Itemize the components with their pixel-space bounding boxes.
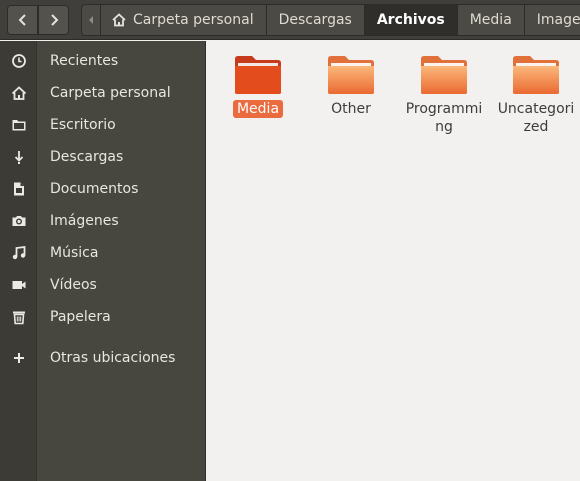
breadcrumb-carpeta-personal[interactable]: Carpeta personal xyxy=(101,4,267,36)
trash-icon xyxy=(0,309,37,325)
folder-name: Media xyxy=(232,100,284,118)
folder-name: Uncategorized xyxy=(497,101,575,135)
forward-button[interactable] xyxy=(38,5,69,35)
sidebar-item-videos[interactable]: Vídeos xyxy=(0,269,206,301)
sidebar-item-escritorio[interactable]: Escritorio xyxy=(0,109,206,141)
document-icon xyxy=(0,181,37,197)
sidebar-item-label: Música xyxy=(50,245,99,261)
folder-name: Other xyxy=(331,101,371,117)
triangle-left-icon xyxy=(89,16,93,24)
breadcrumb-label: Descargas xyxy=(278,12,352,28)
video-icon xyxy=(0,277,37,293)
sidebar-item-descargas[interactable]: Descargas xyxy=(0,141,206,173)
sidebar-item-carpeta-personal[interactable]: Carpeta personal xyxy=(0,77,206,109)
sidebar-item-label: Papelera xyxy=(50,309,111,325)
plus-icon xyxy=(0,350,37,366)
folder-icon xyxy=(235,56,281,94)
home-icon xyxy=(111,12,127,28)
header-bar: Carpeta personal Descargas Archivos Medi… xyxy=(0,0,580,40)
breadcrumb-label: Carpeta personal xyxy=(133,12,254,28)
sidebar: Recientes Carpeta personal Escritorio De… xyxy=(0,41,206,481)
path-bar: Carpeta personal Descargas Archivos Medi… xyxy=(81,4,580,36)
download-icon xyxy=(0,149,37,165)
sidebar-item-label: Imágenes xyxy=(50,213,119,229)
folder-name: Programming xyxy=(405,101,483,135)
sidebar-item-label: Carpeta personal xyxy=(50,85,171,101)
sidebar-item-otras-ubicaciones[interactable]: Otras ubicaciones xyxy=(0,342,206,374)
sidebar-item-documentos[interactable]: Documentos xyxy=(0,173,206,205)
chevron-left-icon xyxy=(18,14,26,26)
file-view[interactable]: Media Other Programming Uncategorized xyxy=(207,41,580,481)
breadcrumb-descargas[interactable]: Descargas xyxy=(266,4,365,36)
breadcrumb-label: Media xyxy=(469,12,512,28)
folder-item-uncategorized[interactable]: Uncategorized xyxy=(491,55,580,136)
folder-icon xyxy=(328,56,374,94)
sidebar-item-label: Descargas xyxy=(50,149,124,165)
sidebar-item-papelera[interactable]: Papelera xyxy=(0,301,206,333)
sidebar-item-imagenes[interactable]: Imágenes xyxy=(0,205,206,237)
folder-item-programming[interactable]: Programming xyxy=(399,55,489,136)
folder-icon xyxy=(0,117,37,133)
sidebar-item-label: Recientes xyxy=(50,53,119,69)
breadcrumb-label: Archivos xyxy=(376,12,445,28)
sidebar-item-label: Escritorio xyxy=(50,117,116,133)
breadcrumb-archivos[interactable]: Archivos xyxy=(364,4,458,36)
back-button[interactable] xyxy=(7,5,38,35)
sidebar-item-label: Vídeos xyxy=(50,277,97,293)
breadcrumb-media[interactable]: Media xyxy=(457,4,525,36)
folder-icon xyxy=(513,56,559,94)
home-icon xyxy=(0,85,37,101)
sidebar-item-musica[interactable]: Música xyxy=(0,237,206,269)
folder-item-media[interactable]: Media xyxy=(213,55,303,118)
breadcrumb-images[interactable]: Images xyxy=(524,4,580,36)
pathbar-scroll-left-button[interactable] xyxy=(81,4,101,36)
breadcrumb-label: Images xyxy=(536,12,580,28)
sidebar-item-label: Otras ubicaciones xyxy=(50,350,176,366)
folder-icon xyxy=(421,56,467,94)
sidebar-item-recientes[interactable]: Recientes xyxy=(0,45,206,77)
music-icon xyxy=(0,245,37,261)
folder-item-other[interactable]: Other xyxy=(306,55,396,118)
camera-icon xyxy=(0,213,37,229)
clock-icon xyxy=(0,53,37,69)
chevron-right-icon xyxy=(50,14,58,26)
sidebar-item-label: Documentos xyxy=(50,181,139,197)
